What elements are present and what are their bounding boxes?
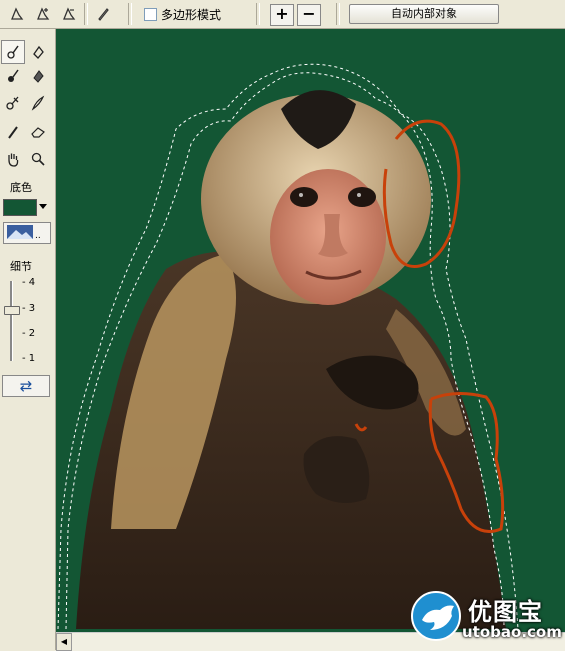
detail-tick: - 3 <box>22 303 36 314</box>
detail-slider-track[interactable] <box>10 281 13 361</box>
edge-highlighter-add-icon[interactable] <box>1 64 25 88</box>
background-color-swatch[interactable] <box>3 199 37 216</box>
scroll-left-icon[interactable]: ◀ <box>56 633 72 651</box>
detail-tick: - 2 <box>22 328 36 339</box>
brand-name: 优图宝 <box>468 598 543 626</box>
toolbar-separator <box>256 3 260 25</box>
chevron-down-icon[interactable] <box>39 204 47 209</box>
lasso-pen-add-icon[interactable] <box>32 3 54 25</box>
refresh-icon[interactable]: ⇄ <box>2 375 50 397</box>
edge-highlighter-icon[interactable] <box>1 40 25 64</box>
hand-icon[interactable] <box>1 147 25 171</box>
toolbar-separator <box>84 3 88 25</box>
detail-label: 细节 <box>10 260 32 273</box>
fill-bucket-icon[interactable] <box>26 40 50 64</box>
auto-inner-object-button[interactable]: 自动内部对象 <box>349 4 499 24</box>
eraser-icon[interactable] <box>26 120 50 144</box>
lasso-pen-icon[interactable] <box>6 3 28 25</box>
brush-pen-icon[interactable] <box>92 3 114 25</box>
edge-touchup-icon[interactable] <box>26 91 50 115</box>
background-color-label: 底色 <box>10 181 32 194</box>
minus-button[interactable]: − <box>297 4 321 26</box>
edge-cleanup-icon[interactable] <box>1 91 25 115</box>
monkey-photo <box>56 29 565 632</box>
image-canvas[interactable] <box>56 29 565 632</box>
lasso-pen-subtract-icon[interactable] <box>58 3 80 25</box>
toolbar-separator <box>336 3 340 25</box>
bird-logo-icon <box>411 591 461 641</box>
brush-icon[interactable] <box>1 120 25 144</box>
svg-text:..: .. <box>35 231 41 241</box>
background-image-button[interactable]: .. <box>3 222 51 244</box>
magnifier-icon[interactable] <box>26 147 50 171</box>
brand-url: utobao.com <box>462 623 562 641</box>
plus-button[interactable]: + <box>270 4 294 26</box>
watermark: 优图宝 utobao.com <box>410 590 562 648</box>
detail-tick: - 1 <box>22 353 36 364</box>
detail-tick: - 4 <box>22 277 36 288</box>
fill-bucket-alt-icon[interactable] <box>26 64 50 88</box>
toolbar-separator <box>128 3 132 25</box>
polygon-mode-label: 多边形模式 <box>161 8 222 22</box>
polygon-mode-checkbox[interactable] <box>144 8 157 21</box>
detail-slider-thumb[interactable] <box>4 306 20 315</box>
left-tool-panel: 底色 .. 细节 - 4 - 3 - 2 - 1 ⇄ <box>0 29 56 650</box>
top-toolbar: 多边形模式 + − 自动内部对象 <box>0 0 565 29</box>
